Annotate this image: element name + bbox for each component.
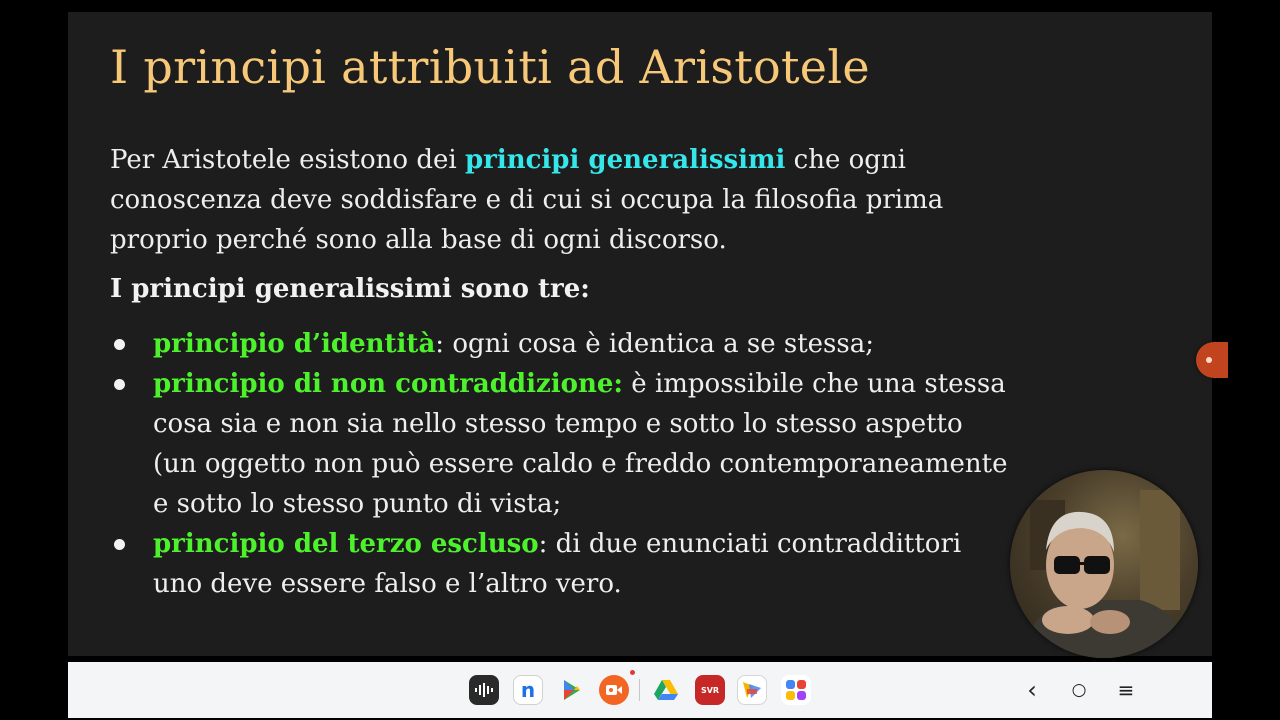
google-drive-icon[interactable] — [651, 675, 681, 705]
floating-toolbar-handle[interactable] — [1196, 342, 1228, 378]
intro-paragraph: Per Aristotele esistono dei principi gen… — [110, 140, 1010, 260]
principles-subheading: I principi generalissimi sono tre: — [110, 274, 590, 304]
principle-text: : ogni cosa è identica a se stessa; — [435, 329, 874, 359]
principle-name: principio d’identità — [153, 329, 436, 359]
screen-recorder-icon[interactable] — [599, 675, 629, 705]
presenter-video-icon — [1020, 490, 1190, 658]
notification-dot — [630, 670, 635, 675]
home-icon[interactable]: ○ — [1064, 675, 1094, 705]
app-drawer-icon[interactable] — [781, 675, 811, 705]
principles-list: principio d’identità: ogni cosa è identi… — [110, 324, 1010, 604]
recents-icon[interactable]: ≡ — [1111, 675, 1141, 705]
bullet-icon — [114, 539, 125, 550]
audio-recorder-icon[interactable] — [469, 675, 499, 705]
principle-item-non-contradiction: principio di non contraddizione: è impos… — [110, 364, 1010, 524]
photo-editor-icon[interactable] — [737, 675, 767, 705]
screen: I principi attribuiti ad Aristotele Per … — [0, 0, 1280, 720]
bullet-icon — [114, 339, 125, 350]
principle-item-excluded-middle: principio del terzo escluso: di due enun… — [110, 524, 1010, 604]
play-store-icon[interactable] — [557, 675, 587, 705]
webcam-overlay[interactable] — [1010, 470, 1198, 658]
back-icon[interactable]: ‹ — [1017, 675, 1047, 705]
taskbar-divider — [639, 679, 640, 701]
taskbar: n SVR ‹ ○ ≡ — [68, 662, 1212, 718]
intro-text-before: Per Aristotele esistono dei — [110, 145, 465, 175]
notion-icon[interactable]: n — [513, 675, 543, 705]
svr-recorder-icon[interactable]: SVR — [695, 675, 725, 705]
principle-item-identity: principio d’identità: ogni cosa è identi… — [110, 324, 1010, 364]
principle-name: principio del terzo escluso — [153, 529, 539, 559]
intro-highlight: principi generalissimi — [464, 145, 786, 175]
slide-title: I principi attribuiti ad Aristotele — [110, 40, 870, 94]
principle-name: principio di non contraddizione: — [153, 369, 624, 399]
bullet-icon — [114, 379, 125, 390]
